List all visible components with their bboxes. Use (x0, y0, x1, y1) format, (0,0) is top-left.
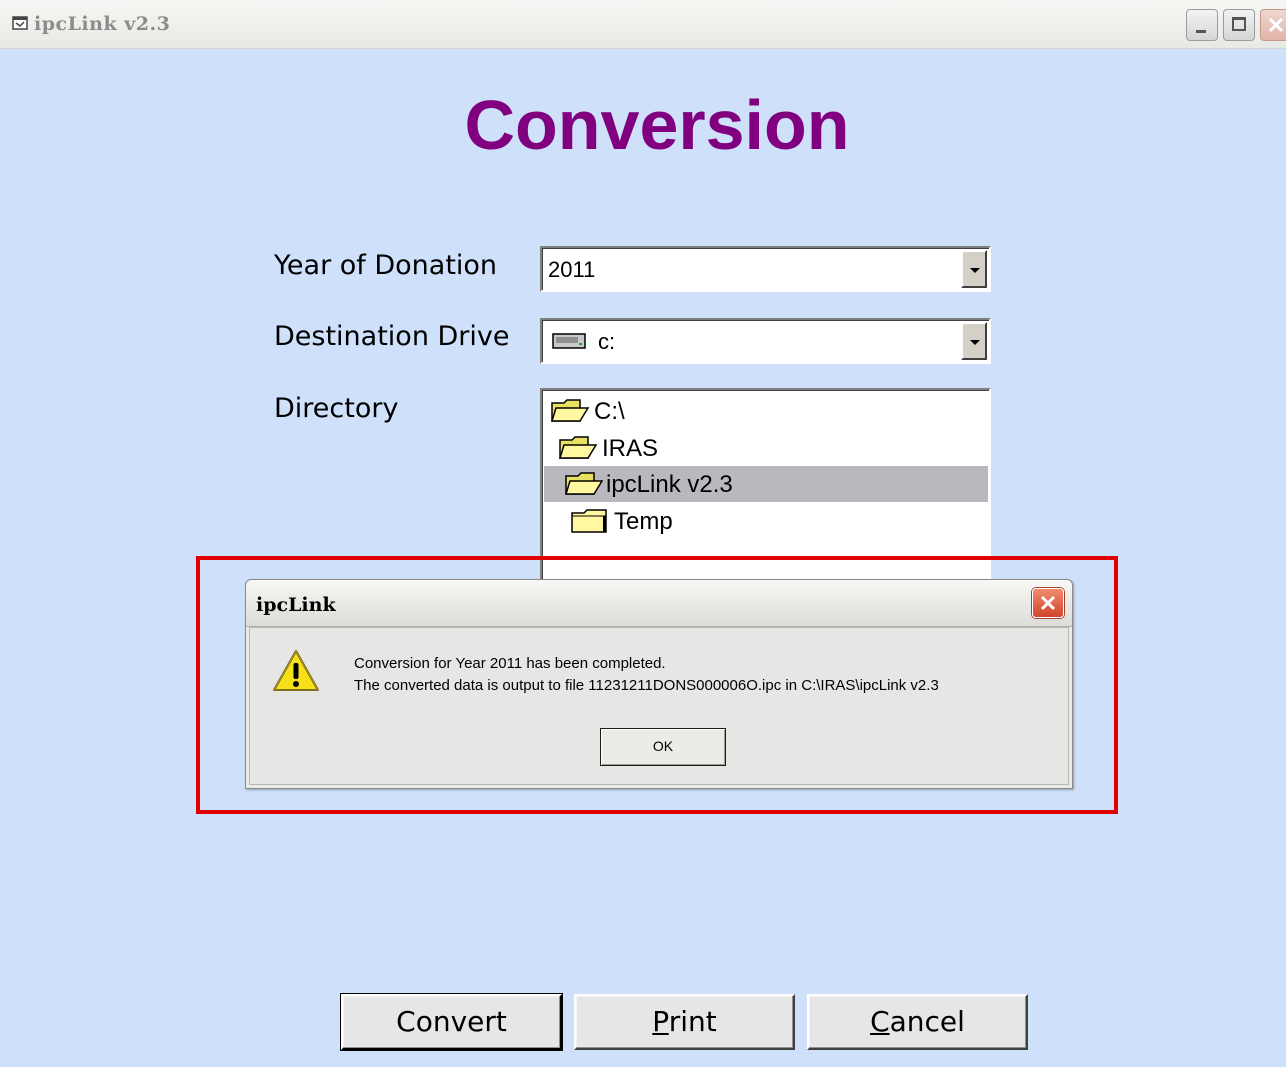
directory-item-label: Temp (614, 508, 673, 535)
open-folder-icon (558, 436, 598, 459)
print-button[interactable]: Print (574, 994, 795, 1050)
year-dropdown-arrow[interactable] (961, 250, 987, 288)
hard-drive-icon (552, 333, 586, 349)
app-window-icon (12, 16, 28, 30)
maximize-icon (1232, 17, 1246, 31)
window-titlebar: ipcLink v2.3 (0, 0, 1286, 49)
directory-item-iras[interactable]: IRAS (546, 430, 986, 466)
closed-folder-icon (571, 509, 607, 533)
drive-value: c: (598, 329, 616, 354)
page-title: Conversion (464, 86, 850, 164)
convert-button[interactable]: Convert (340, 993, 563, 1051)
year-label: Year of Donation (274, 250, 498, 281)
year-value: 2011 (548, 257, 596, 282)
cancel-button-mnemonic: C (870, 1005, 890, 1038)
directory-item-ipclink[interactable]: ipcLink v2.3 (544, 466, 988, 502)
print-button-mnemonic: P (652, 1005, 669, 1038)
directory-label: Directory (274, 393, 399, 424)
cancel-button-label: ancel (889, 1005, 965, 1038)
close-icon (1268, 17, 1284, 33)
directory-item-label: C:\ (594, 398, 625, 425)
open-folder-icon (564, 472, 604, 495)
window-title: ipcLink v2.3 (34, 13, 171, 35)
year-dropdown[interactable]: 2011 (540, 246, 991, 292)
drive-dropdown[interactable]: c: (540, 318, 991, 364)
maximize-button[interactable] (1223, 9, 1255, 41)
close-button[interactable] (1260, 9, 1286, 41)
drive-label: Destination Drive (274, 321, 510, 352)
directory-item-label: ipcLink v2.3 (606, 471, 733, 498)
print-button-label: rint (668, 1005, 717, 1038)
cancel-button[interactable]: Cancel (807, 994, 1028, 1050)
directory-item-temp[interactable]: Temp (546, 503, 986, 539)
highlight-box (196, 556, 1118, 814)
minimize-button[interactable] (1186, 9, 1218, 41)
drive-dropdown-arrow[interactable] (961, 322, 987, 360)
minimize-icon (1196, 30, 1206, 33)
open-folder-icon (550, 399, 590, 422)
directory-item-label: IRAS (602, 435, 659, 462)
directory-item-root[interactable]: C:\ (546, 393, 986, 429)
